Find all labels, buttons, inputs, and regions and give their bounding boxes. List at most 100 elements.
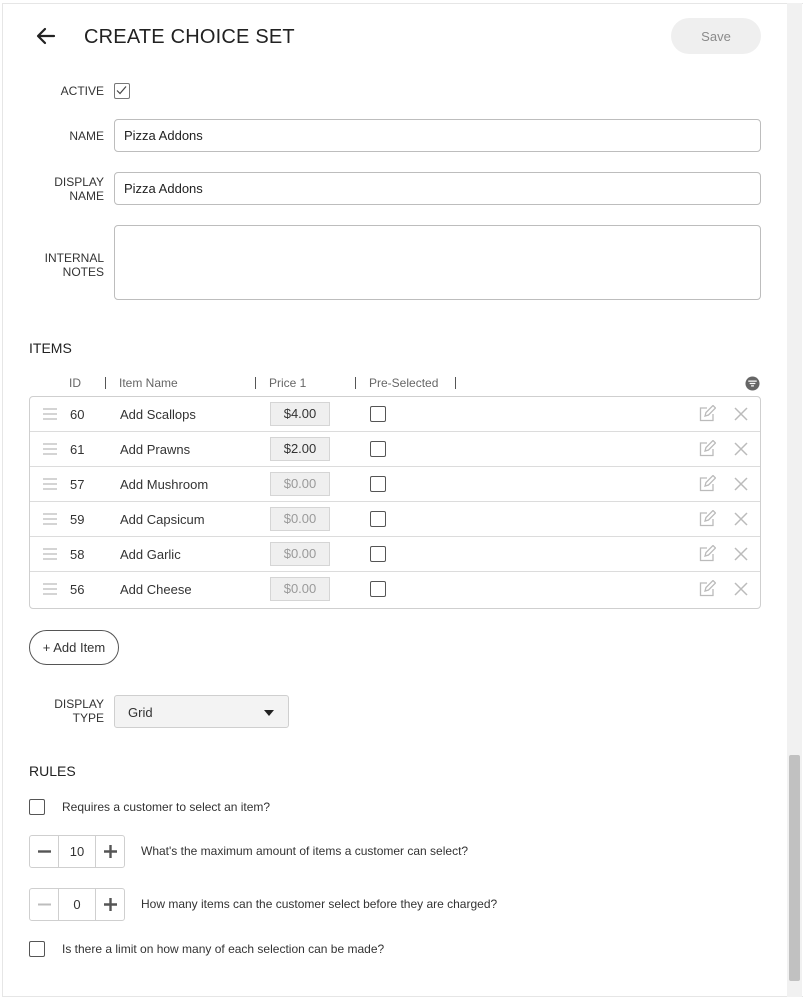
rules-section-title: RULES xyxy=(29,763,76,779)
preselected-checkbox[interactable] xyxy=(370,476,386,492)
item-row[interactable]: 60 Add Scallops $4.00 xyxy=(30,397,760,432)
filter-icon[interactable] xyxy=(745,376,760,391)
page-header: CREATE CHOICE SET Save xyxy=(30,18,761,54)
checkmark-icon xyxy=(116,86,127,95)
internal-notes-label: INTERNAL NOTES xyxy=(0,251,104,279)
display-type-label-line1: DISPLAY xyxy=(54,697,104,711)
name-label: NAME xyxy=(69,129,104,143)
col-header-id[interactable]: ID xyxy=(69,376,81,390)
item-row[interactable]: 59 Add Capsicum $0.00 xyxy=(30,502,760,537)
col-header-price[interactable]: Price 1 xyxy=(269,376,306,390)
requires-select-checkbox[interactable] xyxy=(29,799,45,815)
item-row[interactable]: 58 Add Garlic $0.00 xyxy=(30,537,760,572)
col-separator[interactable] xyxy=(105,377,106,389)
limit-each-text: Is there a limit on how many of each sel… xyxy=(62,942,385,956)
free-items-stepper: 0 xyxy=(29,888,125,921)
item-id: 58 xyxy=(70,547,85,562)
item-price-input[interactable]: $0.00 xyxy=(270,577,330,601)
edit-icon[interactable] xyxy=(698,405,716,423)
close-icon[interactable] xyxy=(733,511,749,527)
drag-handle-icon[interactable] xyxy=(43,513,57,525)
limit-each-checkbox[interactable] xyxy=(29,941,45,957)
drag-handle-icon[interactable] xyxy=(43,583,57,595)
minus-icon xyxy=(38,850,51,853)
col-separator[interactable] xyxy=(355,377,356,389)
item-id: 57 xyxy=(70,477,85,492)
drag-handle-icon[interactable] xyxy=(43,478,57,490)
item-price-input[interactable]: $2.00 xyxy=(270,437,330,461)
max-items-value[interactable]: 10 xyxy=(60,836,94,867)
item-price-input[interactable]: $4.00 xyxy=(270,402,330,426)
edit-icon[interactable] xyxy=(698,545,716,563)
back-arrow-icon[interactable] xyxy=(34,24,58,48)
item-name: Add Scallops xyxy=(120,407,196,422)
edit-icon[interactable] xyxy=(698,440,716,458)
decrement-button[interactable] xyxy=(30,889,59,920)
decrement-button[interactable] xyxy=(30,836,59,867)
drag-handle-icon[interactable] xyxy=(43,443,57,455)
name-input[interactable] xyxy=(114,119,761,152)
drag-handle-icon[interactable] xyxy=(43,408,57,420)
internal-notes-label-line2: NOTES xyxy=(62,265,104,279)
preselected-checkbox[interactable] xyxy=(370,441,386,457)
active-checkbox[interactable] xyxy=(114,83,130,99)
item-name: Add Mushroom xyxy=(120,477,209,492)
item-price-input[interactable]: $0.00 xyxy=(270,507,330,531)
close-icon[interactable] xyxy=(733,546,749,562)
item-name: Add Garlic xyxy=(120,547,181,562)
requires-select-text: Requires a customer to select an item? xyxy=(62,800,271,814)
item-row[interactable]: 61 Add Prawns $2.00 xyxy=(30,432,760,467)
col-header-item-name[interactable]: Item Name xyxy=(119,376,178,390)
edit-icon[interactable] xyxy=(698,475,716,493)
edit-icon[interactable] xyxy=(698,580,716,598)
edit-icon[interactable] xyxy=(698,510,716,528)
free-items-text: How many items can the customer select b… xyxy=(141,897,498,911)
close-icon[interactable] xyxy=(733,476,749,492)
save-button[interactable]: Save xyxy=(671,18,761,54)
item-name: Add Prawns xyxy=(120,442,191,457)
item-price-input[interactable]: $0.00 xyxy=(270,472,330,496)
item-id: 60 xyxy=(70,407,85,422)
col-header-preselected[interactable]: Pre-Selected xyxy=(369,376,438,390)
col-separator[interactable] xyxy=(255,377,256,389)
close-icon[interactable] xyxy=(733,406,749,422)
close-icon[interactable] xyxy=(733,441,749,457)
active-label: ACTIVE xyxy=(60,84,104,98)
col-separator[interactable] xyxy=(455,377,456,389)
free-items-value[interactable]: 0 xyxy=(60,889,94,920)
display-name-input[interactable] xyxy=(114,172,761,205)
max-items-stepper: 10 xyxy=(29,835,125,868)
item-id: 59 xyxy=(70,512,85,527)
items-section-title: ITEMS xyxy=(29,340,72,356)
add-item-button[interactable]: + Add Item xyxy=(29,630,119,665)
item-price-input[interactable]: $0.00 xyxy=(270,542,330,566)
item-row[interactable]: 57 Add Mushroom $0.00 xyxy=(30,467,760,502)
caret-down-icon xyxy=(264,710,274,716)
scrollbar[interactable] xyxy=(787,3,802,997)
increment-button[interactable] xyxy=(95,836,124,867)
item-id: 56 xyxy=(70,582,85,597)
preselected-checkbox[interactable] xyxy=(370,581,386,597)
drag-handle-icon[interactable] xyxy=(43,548,57,560)
display-type-select[interactable]: Grid xyxy=(114,695,289,728)
preselected-checkbox[interactable] xyxy=(370,546,386,562)
scrollbar-thumb[interactable] xyxy=(789,755,800,981)
item-name: Add Capsicum xyxy=(120,512,205,527)
close-icon[interactable] xyxy=(733,581,749,597)
internal-notes-label-line1: INTERNAL xyxy=(44,251,104,265)
minus-icon xyxy=(38,903,51,906)
display-type-label: DISPLAY TYPE xyxy=(0,697,104,725)
increment-button[interactable] xyxy=(95,889,124,920)
item-name: Add Cheese xyxy=(120,582,192,597)
preselected-checkbox[interactable] xyxy=(370,511,386,527)
display-name-label-line2: NAME xyxy=(69,189,104,203)
preselected-checkbox[interactable] xyxy=(370,406,386,422)
display-name-label-line1: DISPLAY xyxy=(54,175,104,189)
plus-icon xyxy=(104,898,117,911)
display-name-label: DISPLAY NAME xyxy=(0,175,104,203)
internal-notes-textarea[interactable] xyxy=(114,225,761,300)
display-type-value: Grid xyxy=(128,705,153,720)
item-row[interactable]: 56 Add Cheese $0.00 xyxy=(30,572,760,607)
plus-icon xyxy=(104,845,117,858)
item-id: 61 xyxy=(70,442,85,457)
